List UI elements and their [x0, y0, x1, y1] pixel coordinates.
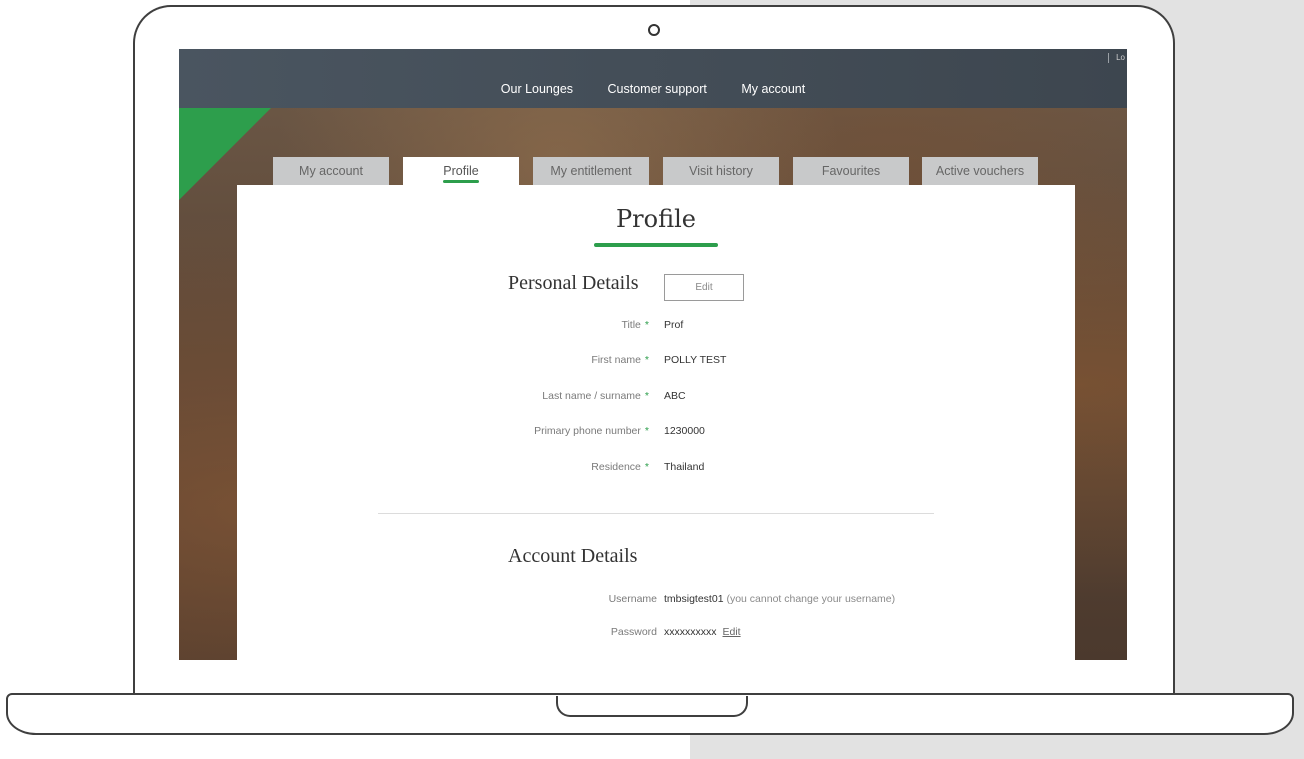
required-mark: *: [644, 354, 649, 366]
nav-my-account[interactable]: My account: [741, 82, 805, 96]
nav-our-lounges[interactable]: Our Lounges: [501, 82, 573, 96]
field-label: Primary phone number: [534, 425, 641, 437]
field-value: ABC: [664, 390, 686, 402]
personal-details-heading: Personal Details: [508, 272, 639, 294]
laptop-screen: Lo Our Lounges Customer support My accou…: [179, 49, 1127, 660]
tab-my-entitlement[interactable]: My entitlement: [533, 157, 649, 185]
main-nav: Our Lounges Customer support My account: [179, 80, 1127, 98]
tab-visit-history[interactable]: Visit history: [663, 157, 779, 185]
tab-active-vouchers[interactable]: Active vouchers: [922, 157, 1038, 185]
field-label: Password: [610, 626, 657, 638]
username-note: (you cannot change your username): [726, 593, 896, 605]
field-value: Thailand: [664, 461, 705, 473]
password-value: xxxxxxxxxx: [664, 626, 717, 638]
camera-icon: [648, 24, 660, 36]
section-divider: [378, 513, 934, 514]
field-row-phone: Primary phone number * 1230000: [237, 425, 1075, 441]
required-mark: *: [644, 425, 649, 437]
tab-my-account[interactable]: My account: [273, 157, 389, 185]
required-mark: *: [644, 461, 649, 473]
field-row-residence: Residence * Thailand: [237, 461, 1075, 477]
active-tab-indicator: [443, 180, 479, 183]
login-link[interactable]: Lo: [1116, 53, 1125, 62]
top-navigation-bar: Lo Our Lounges Customer support My accou…: [179, 49, 1127, 108]
field-row-password: Password xxxxxxxxxx Edit: [237, 626, 1075, 642]
tab-favourites[interactable]: Favourites: [793, 157, 909, 185]
required-mark: *: [644, 390, 649, 402]
field-row-last-name: Last name / surname * ABC: [237, 390, 1075, 406]
field-value: Prof: [664, 319, 684, 331]
edit-password-link[interactable]: Edit: [723, 626, 741, 638]
account-tabs: My account Profile My entitlement Visit …: [179, 157, 1127, 187]
field-label: Title: [621, 319, 641, 331]
laptop-notch: [556, 696, 748, 717]
field-row-username: Username tmbsigtest01 (you cannot change…: [237, 593, 1075, 609]
field-row-title: Title * Prof: [237, 319, 1075, 335]
tab-profile[interactable]: Profile: [403, 157, 519, 187]
profile-panel: Profile Personal Details Edit Title * Pro…: [237, 185, 1075, 660]
field-label: Username: [608, 593, 657, 605]
field-label: First name: [591, 354, 641, 366]
required-mark: *: [644, 319, 649, 331]
page-title: Profile: [616, 205, 696, 233]
field-value: 1230000: [664, 425, 705, 437]
nav-customer-support[interactable]: Customer support: [608, 82, 707, 96]
tab-profile-label: Profile: [443, 164, 479, 178]
title-underline: [594, 243, 718, 247]
field-row-first-name: First name * POLLY TEST: [237, 354, 1075, 370]
field-value: POLLY TEST: [664, 354, 727, 366]
edit-personal-details-button[interactable]: Edit: [664, 274, 744, 301]
field-label: Last name / surname: [542, 390, 641, 402]
field-label: Residence: [591, 461, 641, 473]
username-value: tmbsigtest01: [664, 593, 724, 605]
account-details-heading: Account Details: [508, 545, 638, 567]
divider: [1108, 53, 1109, 63]
